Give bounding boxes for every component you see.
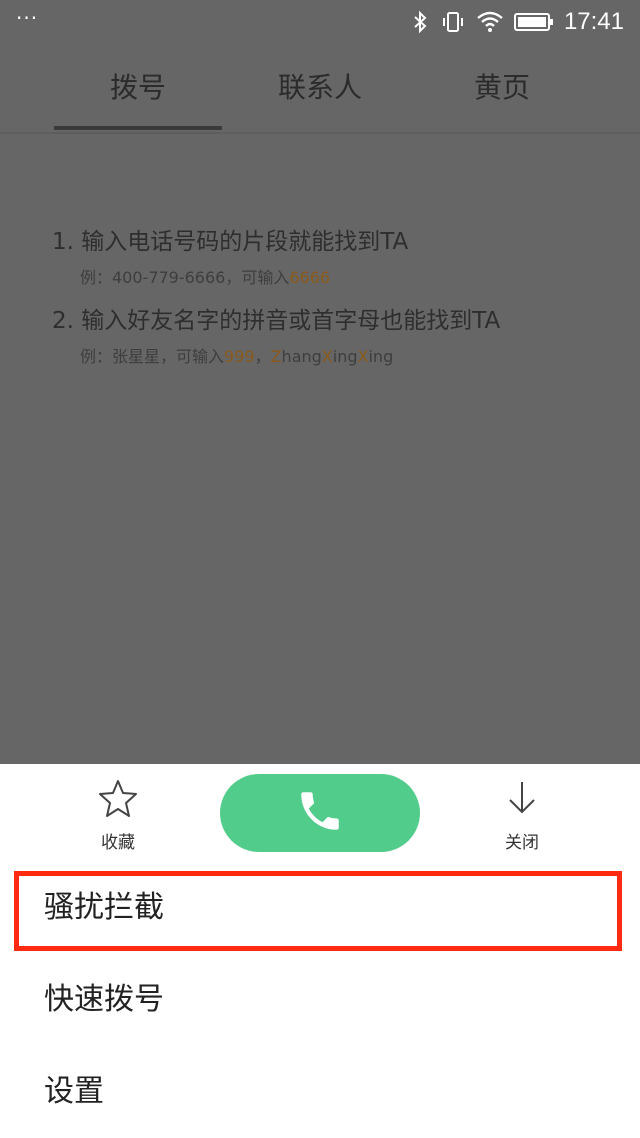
pinyin-part: hang — [281, 347, 322, 366]
bottom-sheet: 收藏 关闭 骚扰拦截 快速拨号 设置 — [0, 764, 640, 1138]
tab-contacts[interactable]: 联系人 — [236, 44, 404, 132]
hint-example: 例：张星星，可输入999，ZhangXingXing — [80, 343, 500, 367]
hint-separator: ， — [254, 347, 271, 366]
active-tab-indicator — [54, 126, 222, 130]
call-button[interactable] — [220, 774, 420, 852]
tab-dial[interactable]: 拨号 — [54, 44, 222, 132]
hint-example-text: 例：张星星，可输入 — [80, 347, 225, 366]
star-icon — [97, 780, 139, 822]
pinyin-initial: X — [357, 347, 369, 366]
pinyin-part: ing — [368, 347, 394, 366]
menu-item-settings[interactable]: 设置 — [0, 1050, 640, 1134]
bluetooth-icon — [412, 10, 430, 34]
pinyin-part: ing — [332, 347, 358, 366]
hint-highlight: 6666 — [289, 268, 331, 287]
wifi-icon — [476, 10, 504, 34]
favorites-label: 收藏 — [101, 833, 135, 853]
hint-title: 2. 输入好友名字的拼音或首字母也能找到TA — [52, 308, 501, 334]
pinyin-initial: Z — [270, 347, 282, 366]
hint-highlight: 999 — [224, 347, 255, 366]
close-label: 关闭 — [505, 833, 539, 853]
clock: 17:41 — [563, 8, 624, 35]
pinyin-initial: X — [321, 347, 333, 366]
hint-example-text: 例：400-779-6666，可输入 — [80, 268, 290, 287]
hint-example: 例：400-779-6666，可输入6666 — [80, 264, 408, 288]
close-button[interactable]: 关闭 — [472, 778, 572, 853]
phone-icon — [295, 786, 345, 840]
notification-dots: ··· — [16, 6, 39, 30]
vibrate-icon — [440, 10, 466, 34]
battery-icon — [513, 10, 554, 34]
favorites-button[interactable]: 收藏 — [68, 778, 168, 853]
status-bar: ··· 17:41 — [0, 0, 640, 44]
arrow-down-icon — [502, 782, 542, 822]
tab-yellow-pages[interactable]: 黄页 — [418, 44, 586, 132]
highlight-box — [14, 871, 622, 951]
search-hint-1: 1. 输入电话号码的片段就能找到TA 例：400-779-6666，可输入666… — [52, 222, 408, 288]
menu-item-speed-dial[interactable]: 快速拨号 — [0, 958, 640, 1042]
tab-bar: 拨号 联系人 黄页 — [0, 44, 640, 134]
search-hint-2: 2. 输入好友名字的拼音或首字母也能找到TA 例：张星星，可输入999，Zhan… — [52, 301, 500, 367]
hint-title: 1. 输入电话号码的片段就能找到TA — [52, 229, 409, 255]
dimmed-background: ··· 17:41 拨号 联系人 黄页 1. 输入电话号码的片段就能找到TA 例… — [0, 0, 640, 764]
